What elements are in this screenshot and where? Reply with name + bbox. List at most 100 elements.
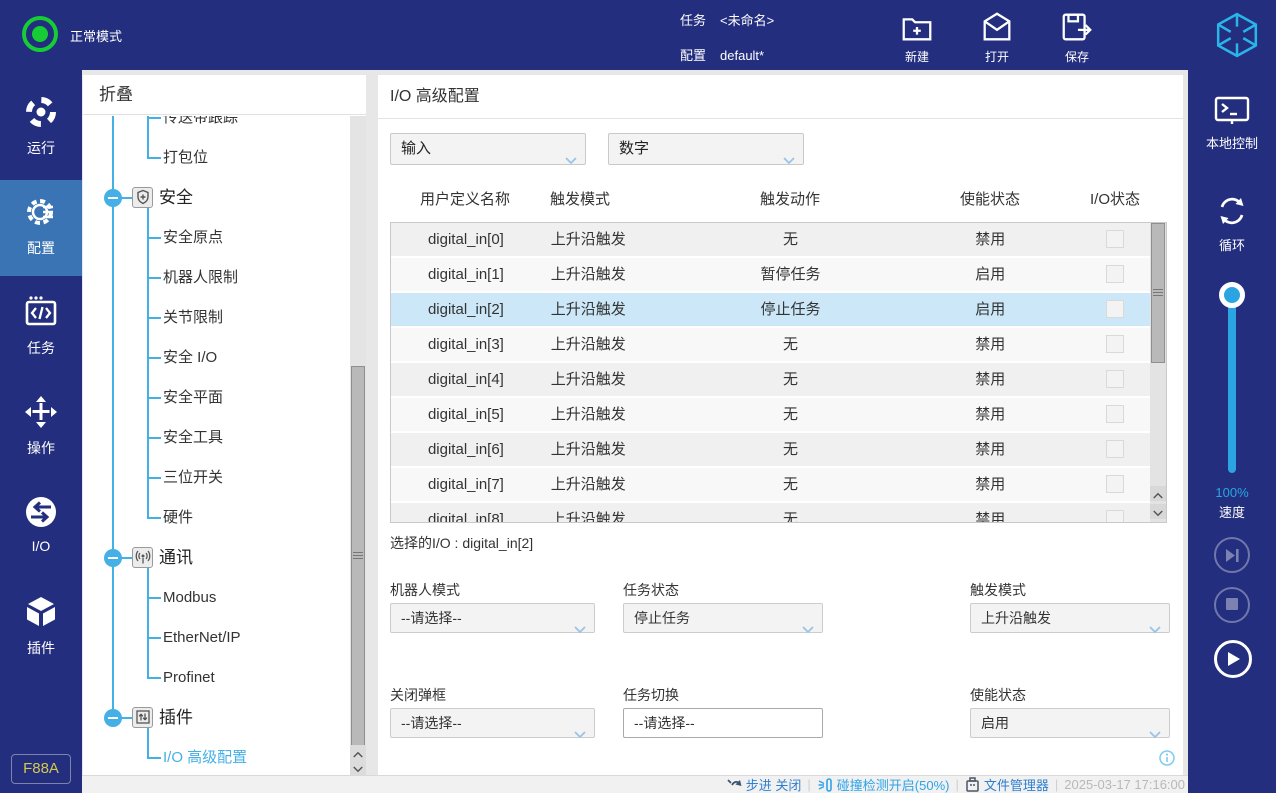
tree-item-传送带跟踪[interactable]: 传送带跟踪 — [83, 116, 349, 138]
robot-mode-value: --请选择-- — [401, 610, 462, 626]
column-header: I/O状态 — [1080, 185, 1150, 215]
collapse-toggle-icon[interactable] — [104, 709, 122, 727]
robot-mode-select[interactable]: --请选择-- — [390, 603, 595, 633]
io-state-checkbox[interactable] — [1106, 370, 1124, 388]
cell-enable-state: 禁用 — [900, 433, 1080, 466]
task-state-select[interactable]: 停止任务 — [623, 603, 823, 633]
tree-scroll-up-button[interactable] — [350, 745, 366, 760]
table-row[interactable]: digital_in[0]上升沿触发无禁用 — [391, 223, 1150, 258]
trigger-mode-select[interactable]: 上升沿触发 — [970, 603, 1170, 633]
table-row[interactable]: digital_in[1]上升沿触发暂停任务启用 — [391, 258, 1150, 293]
table-row[interactable]: digital_in[4]上升沿触发无禁用 — [391, 363, 1150, 398]
stop-button[interactable] — [1214, 587, 1250, 623]
tree-connector — [147, 517, 161, 519]
cell-trigger-mode: 上升沿触发 — [541, 223, 681, 256]
local-control-button[interactable]: 本地控制 — [1188, 95, 1276, 152]
tree-scrollbar-thumb[interactable] — [351, 366, 365, 746]
tree-item-插件[interactable]: 插件 — [83, 698, 349, 738]
chevron-down-icon — [1149, 615, 1161, 643]
table-scroll-down-button[interactable] — [1150, 504, 1166, 519]
brand-logo-icon — [1214, 11, 1260, 64]
tree-item-安全原点[interactable]: 安全原点 — [83, 218, 349, 258]
tree-trunk-line — [112, 658, 114, 698]
task-switch-input[interactable]: --请选择-- — [623, 708, 823, 738]
task-value: <未命名> — [720, 13, 774, 28]
io-state-checkbox[interactable] — [1106, 300, 1124, 318]
tree-item-安全-i-o[interactable]: 安全 I/O — [83, 338, 349, 378]
table-row[interactable]: digital_in[2]上升沿触发停止任务启用 — [391, 293, 1150, 328]
sidebar-item-run[interactable]: 运行 — [0, 80, 82, 176]
step-mode-status[interactable]: 步进 关闭 — [726, 775, 802, 793]
tree-collapse-header[interactable]: 折叠 — [83, 75, 366, 115]
tree-item-通讯[interactable]: 通讯 — [83, 538, 349, 578]
tree-leaf-label: 安全工具 — [163, 418, 223, 458]
tree-item-三位开关[interactable]: 三位开关 — [83, 458, 349, 498]
tree-item-profinet[interactable]: Profinet — [83, 658, 349, 698]
io-state-checkbox[interactable] — [1106, 265, 1124, 283]
io-direction-select[interactable]: 输入 — [390, 133, 586, 165]
cell-user-name: digital_in[2] — [391, 293, 541, 326]
io-type-select[interactable]: 数字 — [608, 133, 804, 165]
robot-id-badge[interactable]: F88A — [11, 754, 71, 784]
open-button[interactable]: 打开 — [965, 6, 1029, 65]
table-scroll-up-button[interactable] — [1150, 486, 1166, 501]
step-forward-button[interactable] — [1214, 537, 1250, 573]
file-manager-button[interactable]: 文件管理器 — [965, 775, 1049, 793]
table-row[interactable]: digital_in[6]上升沿触发无禁用 — [391, 433, 1150, 468]
tree-trunk-line — [112, 218, 114, 258]
collapse-toggle-icon[interactable] — [104, 549, 122, 567]
cycle-button[interactable]: 循环 — [1188, 193, 1276, 254]
sidebar-item-io[interactable]: I/O — [0, 480, 82, 576]
tree-connector — [147, 117, 161, 119]
tree-branch-line — [147, 498, 149, 518]
close-popup-label: 关闭弹框 — [390, 685, 446, 705]
collapse-toggle-icon[interactable] — [104, 189, 122, 207]
io-state-checkbox[interactable] — [1106, 230, 1124, 248]
tree-item-硬件[interactable]: 硬件 — [83, 498, 349, 538]
new-icon — [885, 9, 949, 45]
info-icon[interactable] — [1159, 750, 1175, 771]
tree-scroll-down-button[interactable] — [350, 760, 366, 775]
table-row[interactable]: digital_in[3]上升沿触发无禁用 — [391, 328, 1150, 363]
table-scrollbar[interactable] — [1150, 223, 1166, 522]
table-row[interactable]: digital_in[7]上升沿触发无禁用 — [391, 468, 1150, 503]
tree-item-ethernet-ip[interactable]: EtherNet/IP — [83, 618, 349, 658]
new-button[interactable]: 新建 — [885, 6, 949, 65]
speed-slider-handle[interactable] — [1219, 282, 1245, 308]
cell-user-name: digital_in[3] — [391, 328, 541, 361]
tree-trunk-line — [112, 116, 114, 138]
robot-mode-label: 机器人模式 — [390, 580, 460, 600]
tree-item-机器人限制[interactable]: 机器人限制 — [83, 258, 349, 298]
io-state-checkbox[interactable] — [1106, 335, 1124, 353]
tree-item-安全平面[interactable]: 安全平面 — [83, 378, 349, 418]
tree-item-打包位[interactable]: 打包位 — [83, 138, 349, 178]
sidebar-item-task[interactable]: 任务 — [0, 280, 82, 376]
tree-item-安全[interactable]: 安全 — [83, 178, 349, 218]
tree-item-安全工具[interactable]: 安全工具 — [83, 418, 349, 458]
step-icon — [726, 777, 742, 792]
sidebar-item-plugin[interactable]: 插件 — [0, 580, 82, 676]
task-label: 任务 — [680, 13, 706, 28]
collision-detect-status[interactable]: 碰撞检测开启(50%) — [817, 775, 950, 793]
speed-slider-track[interactable] — [1228, 295, 1236, 473]
separator: | — [807, 777, 810, 792]
cell-trigger-mode: 上升沿触发 — [541, 433, 681, 466]
table-row[interactable]: digital_in[8]上升沿触发无禁用 — [391, 503, 1150, 523]
save-button[interactable]: 保存 — [1045, 6, 1109, 65]
table-scrollbar-thumb[interactable] — [1151, 223, 1165, 363]
sidebar-item-config[interactable]: 配置 — [0, 180, 82, 276]
io-state-checkbox[interactable] — [1106, 440, 1124, 458]
tree-item-modbus[interactable]: Modbus — [83, 578, 349, 618]
table-row[interactable]: digital_in[5]上升沿触发无禁用 — [391, 398, 1150, 433]
io-state-checkbox[interactable] — [1106, 405, 1124, 423]
tree-leaf-label: Modbus — [163, 578, 216, 618]
enable-state-select[interactable]: 启用 — [970, 708, 1170, 738]
io-state-checkbox[interactable] — [1106, 475, 1124, 493]
tree-item-关节限制[interactable]: 关节限制 — [83, 298, 349, 338]
close-popup-select[interactable]: --请选择-- — [390, 708, 595, 738]
tree-scrollbar[interactable] — [350, 116, 366, 775]
tree-item-i-o-高级配置[interactable]: I/O 高级配置 — [83, 738, 349, 775]
sidebar-item-jog[interactable]: 操作 — [0, 380, 82, 476]
io-state-checkbox[interactable] — [1106, 510, 1124, 523]
play-button[interactable] — [1214, 640, 1252, 678]
